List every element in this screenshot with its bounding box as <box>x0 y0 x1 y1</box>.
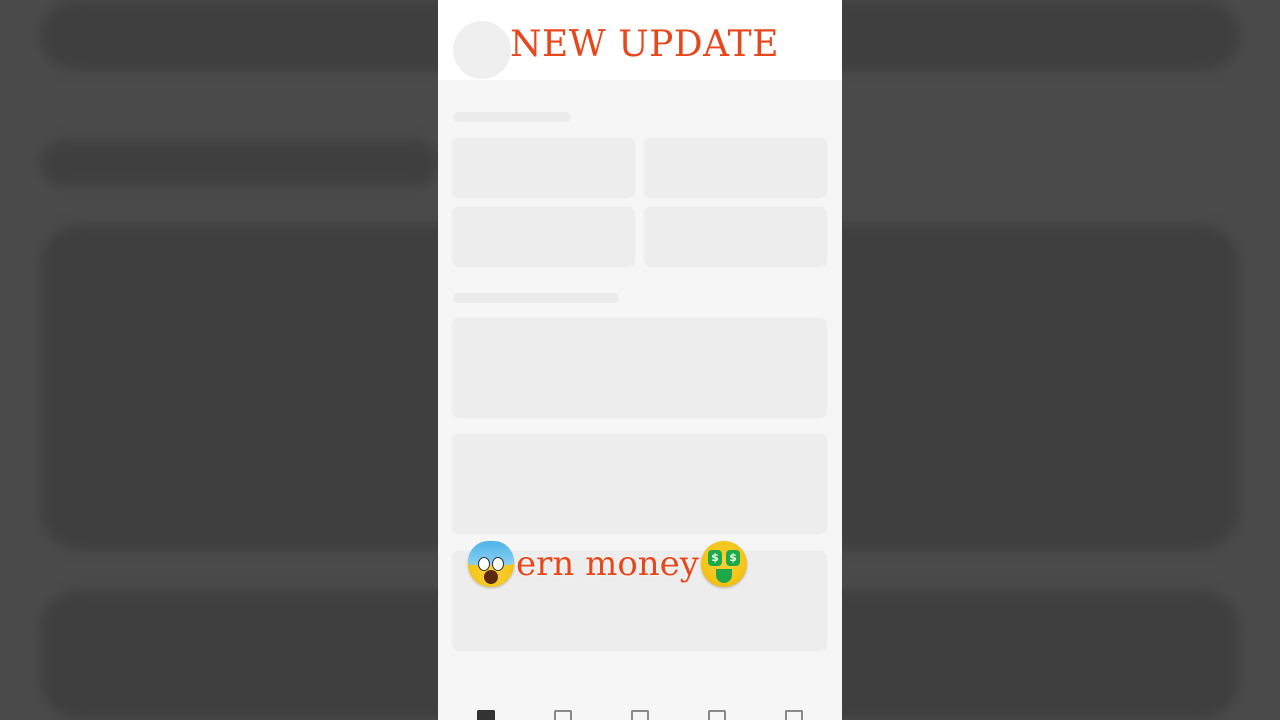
caption-text: ern money <box>516 544 700 584</box>
money-mouth-face-icon: $ $ <box>701 541 748 587</box>
home-icon[interactable] <box>477 710 496 720</box>
backdrop-shape <box>40 140 440 186</box>
skeleton-card <box>453 434 826 532</box>
skeleton-tile <box>645 207 826 265</box>
skeleton-tile <box>453 138 634 196</box>
bottom-nav <box>438 708 842 720</box>
earn-money-caption: ern money $ $ <box>468 536 748 592</box>
skeleton-card <box>453 318 826 416</box>
new-update-title: NEW UPDATE <box>510 24 779 65</box>
screaming-face-icon <box>468 541 514 587</box>
skeleton-section-heading <box>453 112 571 122</box>
inbox-icon[interactable] <box>707 710 726 720</box>
profile-icon[interactable] <box>784 710 803 720</box>
skeleton-tile <box>453 207 634 265</box>
skeleton-tile <box>645 138 826 196</box>
video-icon[interactable] <box>554 710 573 720</box>
avatar[interactable] <box>453 21 511 79</box>
add-icon[interactable] <box>630 710 649 720</box>
skeleton-section-heading <box>453 293 619 303</box>
phone-screen: NEW UPDATE ern money $ $ <box>438 0 842 720</box>
